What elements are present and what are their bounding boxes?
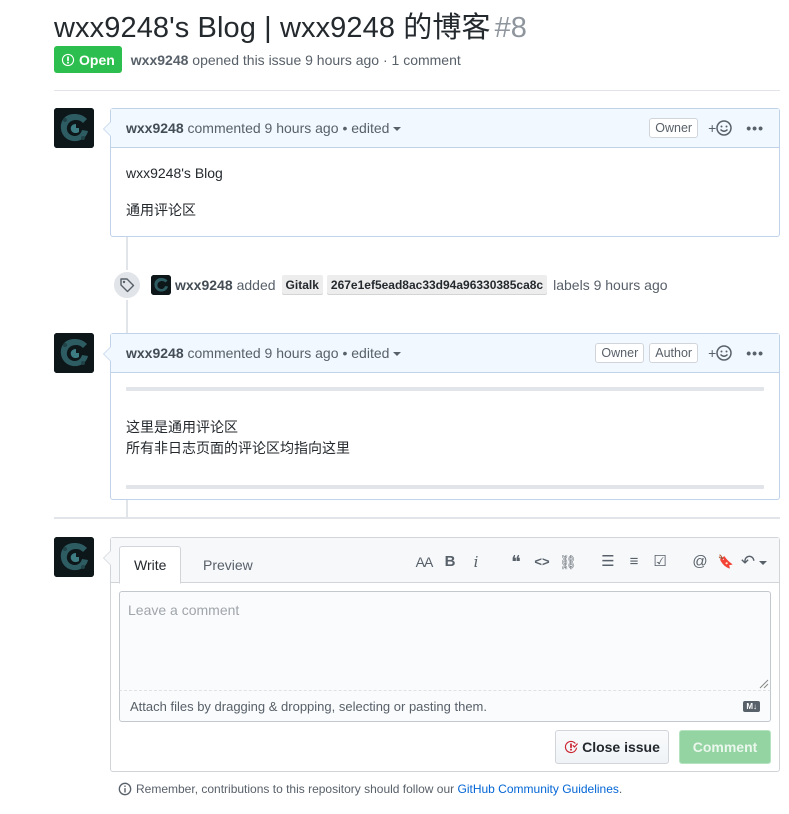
avatar[interactable] [54,537,94,577]
issue-closed-icon [564,740,579,754]
avatar[interactable] [151,275,171,295]
status-badge: Open [54,46,122,73]
plus-label: + [708,345,717,361]
comment-header: wxx9248 commented 9 hours ago • edited O… [111,109,779,148]
comment-placeholder: Leave a comment [128,602,240,618]
task-list-button[interactable]: ☑ [647,552,673,572]
contribution-note: Remember, contributions to this reposito… [118,782,622,796]
issue-opened-icon [61,53,75,66]
owner-label: Owner [649,118,699,138]
markdown-icon[interactable]: M↓ [743,700,760,712]
tab-preview[interactable]: Preview [189,546,267,584]
comment-paragraph: wxx9248's Blog [126,165,223,181]
comment-timestamp[interactable]: commented 9 hours ago [188,345,339,361]
edited-label: • edited [342,345,390,361]
caret-down-icon [393,352,402,357]
bold-button[interactable]: B [437,552,463,572]
comment-editor: Write Preview AA B i ❝ <> ⛓ ☰ ≡ ☑ @ 🔖 ↶ … [103,537,780,772]
issue-number: #8 [494,12,528,44]
divider [54,517,780,519]
comment-author-link[interactable]: wxx9248 [126,120,184,136]
avatar[interactable] [54,333,94,373]
edited-label: • edited [342,120,390,136]
caret-down-icon [759,560,768,565]
label-hash[interactable]: 267e1ef5ead8ac33d94a96330385ca8c [326,275,548,295]
issue-meta-rest: opened this issue 9 hours ago · 1 commen… [192,51,461,68]
comment-textarea[interactable]: Leave a comment [119,591,771,691]
more-options-button[interactable]: ••• [746,345,764,361]
close-issue-button[interactable]: Close issue [555,730,669,764]
mention-button[interactable]: @ [687,552,713,572]
divider [54,90,780,91]
issue-title-text: wxx9248's Blog | wxx9248 的博客 [54,12,491,44]
status-badge-label: Open [79,51,115,68]
comment-body: wxx9248's Blog 通用评论区 [111,148,779,236]
comment-paragraph: 通用评论区 [126,202,196,218]
comment-line: 所有非日志页面的评论区均指向这里 [126,440,350,456]
reply-icon: ↶ [740,552,756,571]
avatar[interactable] [54,108,94,148]
attach-text: Attach files by dragging & dropping, sel… [130,698,487,714]
ordered-list-button[interactable]: ≡ [621,552,647,572]
issue-title: wxx9248's Blog | wxx9248 的博客 #8 [54,4,527,46]
file-attach-bar[interactable]: Attach files by dragging & dropping, sel… [119,691,771,722]
comment-line: 这里是通用评论区 [126,419,238,435]
comment-header: wxx9248 commented 9 hours ago • edited O… [111,334,779,373]
tab-write[interactable]: Write [119,546,182,584]
edited-dropdown[interactable]: • edited [342,120,402,136]
italic-button[interactable]: i [463,552,489,572]
comment-body: 这里是通用评论区 所有非日志页面的评论区均指向这里 [111,373,779,504]
resize-handle-icon[interactable] [759,679,769,689]
markdown-toolbar: AA B i ❝ <> ⛓ ☰ ≡ ☑ @ 🔖 ↶ [411,552,769,572]
event-timestamp: labels 9 hours ago [553,277,668,293]
comment-box: wxx9248 commented 9 hours ago • edited O… [103,108,780,237]
horizontal-rule [126,387,764,391]
issue-author-link[interactable]: wxx9248 [131,52,189,68]
event-actor-link[interactable]: wxx9248 [175,277,233,293]
issue-meta: Open wxx9248 opened this issue 9 hours a… [54,46,461,73]
add-reaction-button[interactable]: + [708,345,733,361]
note-text: Remember, contributions to this reposito… [136,782,455,796]
event-verb: added [236,277,276,293]
code-button[interactable]: <> [529,552,555,572]
comment-box: wxx9248 commented 9 hours ago • edited O… [103,333,780,500]
unordered-list-button[interactable]: ☰ [595,552,621,572]
more-options-button[interactable]: ••• [746,120,764,136]
caret-down-icon [393,127,402,132]
event-badge [112,270,142,300]
horizontal-rule [126,485,764,489]
close-issue-label: Close issue [582,739,660,755]
smiley-icon [716,120,733,136]
editor-header: Write Preview AA B i ❝ <> ⛓ ☰ ≡ ☑ @ 🔖 ↶ [111,538,779,584]
author-label: Author [649,343,699,363]
add-reaction-button[interactable]: + [708,120,733,136]
label-event: wxx9248 added Gitalk 267e1ef5ead8ac33d94… [112,270,668,300]
label-gitalk[interactable]: Gitalk [281,275,323,295]
smiley-icon [716,345,733,361]
note-period: . [618,782,623,796]
edited-dropdown[interactable]: • edited [342,345,402,361]
issue-meta-text: wxx9248 opened this issue 9 hours ago · … [131,52,461,68]
tag-icon [120,278,135,293]
saved-replies-button[interactable]: 🔖 [713,552,739,572]
heading-button[interactable]: AA [411,552,437,572]
guidelines-link[interactable]: GitHub Community Guidelines [458,782,619,796]
comment-timestamp[interactable]: commented 9 hours ago [188,120,339,136]
plus-label: + [708,120,717,136]
link-button[interactable]: ⛓ [555,552,581,572]
reply-button[interactable]: ↶ [739,552,769,572]
quote-button[interactable]: ❝ [503,552,529,572]
comment-button[interactable]: Comment [679,730,771,764]
info-icon [118,782,132,796]
owner-label: Owner [595,343,645,363]
comment-author-link[interactable]: wxx9248 [126,345,184,361]
